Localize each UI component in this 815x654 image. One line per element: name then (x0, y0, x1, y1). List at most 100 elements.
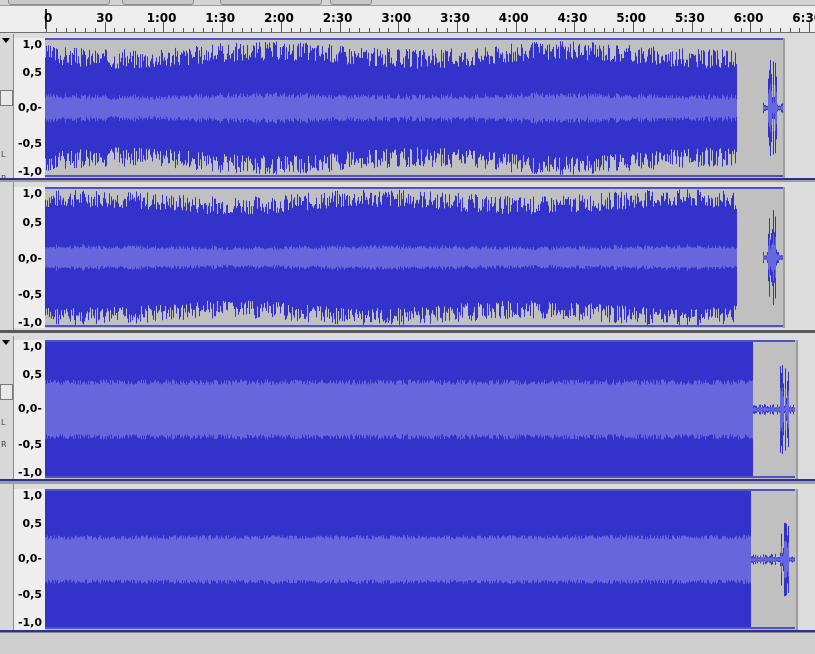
ruler-minor-tick (623, 28, 625, 32)
track-separator[interactable] (0, 330, 815, 333)
ruler-minor-tick (603, 28, 605, 32)
waveform-channel[interactable] (45, 340, 798, 479)
ruler-minor-tick (368, 28, 370, 32)
scale-label: -0,5 (17, 438, 42, 451)
ruler-minor-tick (496, 28, 498, 32)
scale-label: 0,0- (17, 402, 42, 415)
amplitude-scale: 1,0 0,5 0,0- -0,5 -1,0 (14, 340, 46, 479)
ruler-time-label: 5:00 (616, 11, 647, 25)
ruler-minor-tick (701, 28, 703, 32)
ruler-minor-tick (779, 28, 781, 32)
scale-label: 1,0 (22, 489, 43, 502)
ruler-minor-tick (681, 28, 683, 32)
ruler-minor-tick (437, 28, 439, 32)
ruler-minor-tick (525, 28, 527, 32)
amplitude-scale: 1,0 0,5 0,0- -0,5 -1,0 (14, 187, 46, 329)
ruler-minor-tick (672, 28, 674, 32)
scale-label: 1,0 (22, 340, 43, 353)
ruler-minor-tick (388, 28, 390, 32)
timeline-ruler[interactable]: 0 30 1:00 1:30 2:00 2:30 3:00 3:30 4:00 4:30 5:00 5… (0, 5, 815, 33)
ruler-minor-tick (114, 28, 116, 32)
ruler-minor-tick (143, 28, 145, 32)
ruler-minor-tick (290, 28, 292, 32)
scale-label: 0,0- (17, 552, 42, 565)
ruler-minor-tick (721, 28, 723, 32)
waveform-rms (45, 535, 795, 584)
ruler-minor-tick (94, 28, 96, 32)
ruler-minor-tick (271, 28, 273, 32)
ruler-minor-tick (486, 28, 488, 32)
waveform-channel[interactable] (45, 187, 785, 328)
ruler-minor-tick (730, 28, 732, 32)
scale-label: 0,5 (22, 368, 43, 381)
ruler-minor-tick (378, 28, 380, 32)
ruler-minor-tick (261, 28, 263, 32)
ruler-time-label: 1:00 (146, 11, 177, 25)
ruler-minor-tick (153, 28, 155, 32)
ruler-minor-tick (427, 28, 429, 32)
ruler-minor-tick (769, 28, 771, 32)
ruler-minor-tick (182, 28, 184, 32)
ruler-minor-tick (134, 28, 136, 32)
ruler-minor-tick (319, 28, 321, 32)
ruler-time-label: 6:00 (733, 11, 764, 25)
ruler-minor-tick (554, 28, 556, 32)
scale-label: 0,0- (17, 252, 42, 265)
ruler-minor-tick (241, 28, 243, 32)
ruler-minor-tick (544, 28, 546, 32)
scale-label: -1,0 (17, 316, 42, 329)
ruler-minor-tick (447, 28, 449, 32)
ruler-minor-tick (476, 28, 478, 32)
scale-label: 0,5 (22, 216, 43, 229)
track-menu-arrow-icon[interactable] (2, 340, 10, 345)
ruler-time-label: 1:30 (205, 11, 236, 25)
mute-button[interactable] (0, 90, 13, 106)
ruler-minor-tick (760, 28, 762, 32)
ruler-minor-tick (349, 28, 351, 32)
scale-label: -1,0 (17, 165, 42, 178)
gain-label: R (1, 440, 7, 449)
ruler-minor-tick (65, 28, 67, 32)
ruler-minor-tick (505, 28, 507, 32)
ruler-time-label: 2:00 (264, 11, 294, 25)
ruler-time-label: 2:30 (322, 11, 353, 25)
waveform-channel[interactable] (45, 38, 785, 178)
scale-label: -1,0 (17, 466, 42, 479)
waveform-rms (45, 379, 795, 440)
mute-button[interactable] (0, 384, 13, 400)
ruler-minor-tick (212, 28, 214, 32)
ruler-minor-tick (535, 28, 537, 32)
ruler-time-label: 4:30 (557, 11, 588, 25)
ruler-minor-tick (173, 28, 175, 32)
ruler-minor-tick (251, 28, 253, 32)
ruler-minor-tick (466, 28, 468, 32)
ruler-time-label: 4:00 (498, 11, 529, 25)
ruler-time-label: 30 (96, 11, 113, 25)
ruler-minor-tick (202, 28, 204, 32)
pan-label: L (1, 150, 6, 159)
scale-label: -0,5 (17, 288, 42, 301)
ruler-time-label: 0 (44, 11, 53, 25)
ruler-minor-tick (593, 28, 595, 32)
ruler-minor-tick (652, 28, 654, 32)
amplitude-scale: 1,0 0,5 0,0- -0,5 -1,0 (14, 38, 46, 178)
ruler-minor-tick (584, 28, 586, 32)
ruler-minor-tick (789, 28, 791, 32)
ruler-minor-tick (75, 28, 77, 32)
scale-label: 0,0- (17, 101, 42, 114)
track-2-control-panel[interactable]: L R (0, 336, 14, 632)
scale-label: 1,0 (22, 187, 43, 200)
ruler-minor-tick (642, 28, 644, 32)
amplitude-scale: 1,0 0,5 0,0- -0,5 -1,0 (14, 489, 46, 630)
ruler-minor-tick (310, 28, 312, 32)
ruler-time-label: 3:30 (440, 11, 470, 25)
ruler-time-label: 5:30 (674, 11, 705, 25)
track-menu-arrow-icon[interactable] (2, 38, 10, 43)
track-1-control-panel[interactable]: L R (0, 34, 14, 330)
scale-label: 0,5 (22, 517, 43, 530)
ruler-minor-tick (711, 28, 713, 32)
ruler-minor-tick (613, 28, 615, 32)
horizontal-scrollbar[interactable] (0, 632, 815, 654)
ruler-minor-tick (124, 28, 126, 32)
waveform-channel[interactable] (45, 489, 798, 630)
